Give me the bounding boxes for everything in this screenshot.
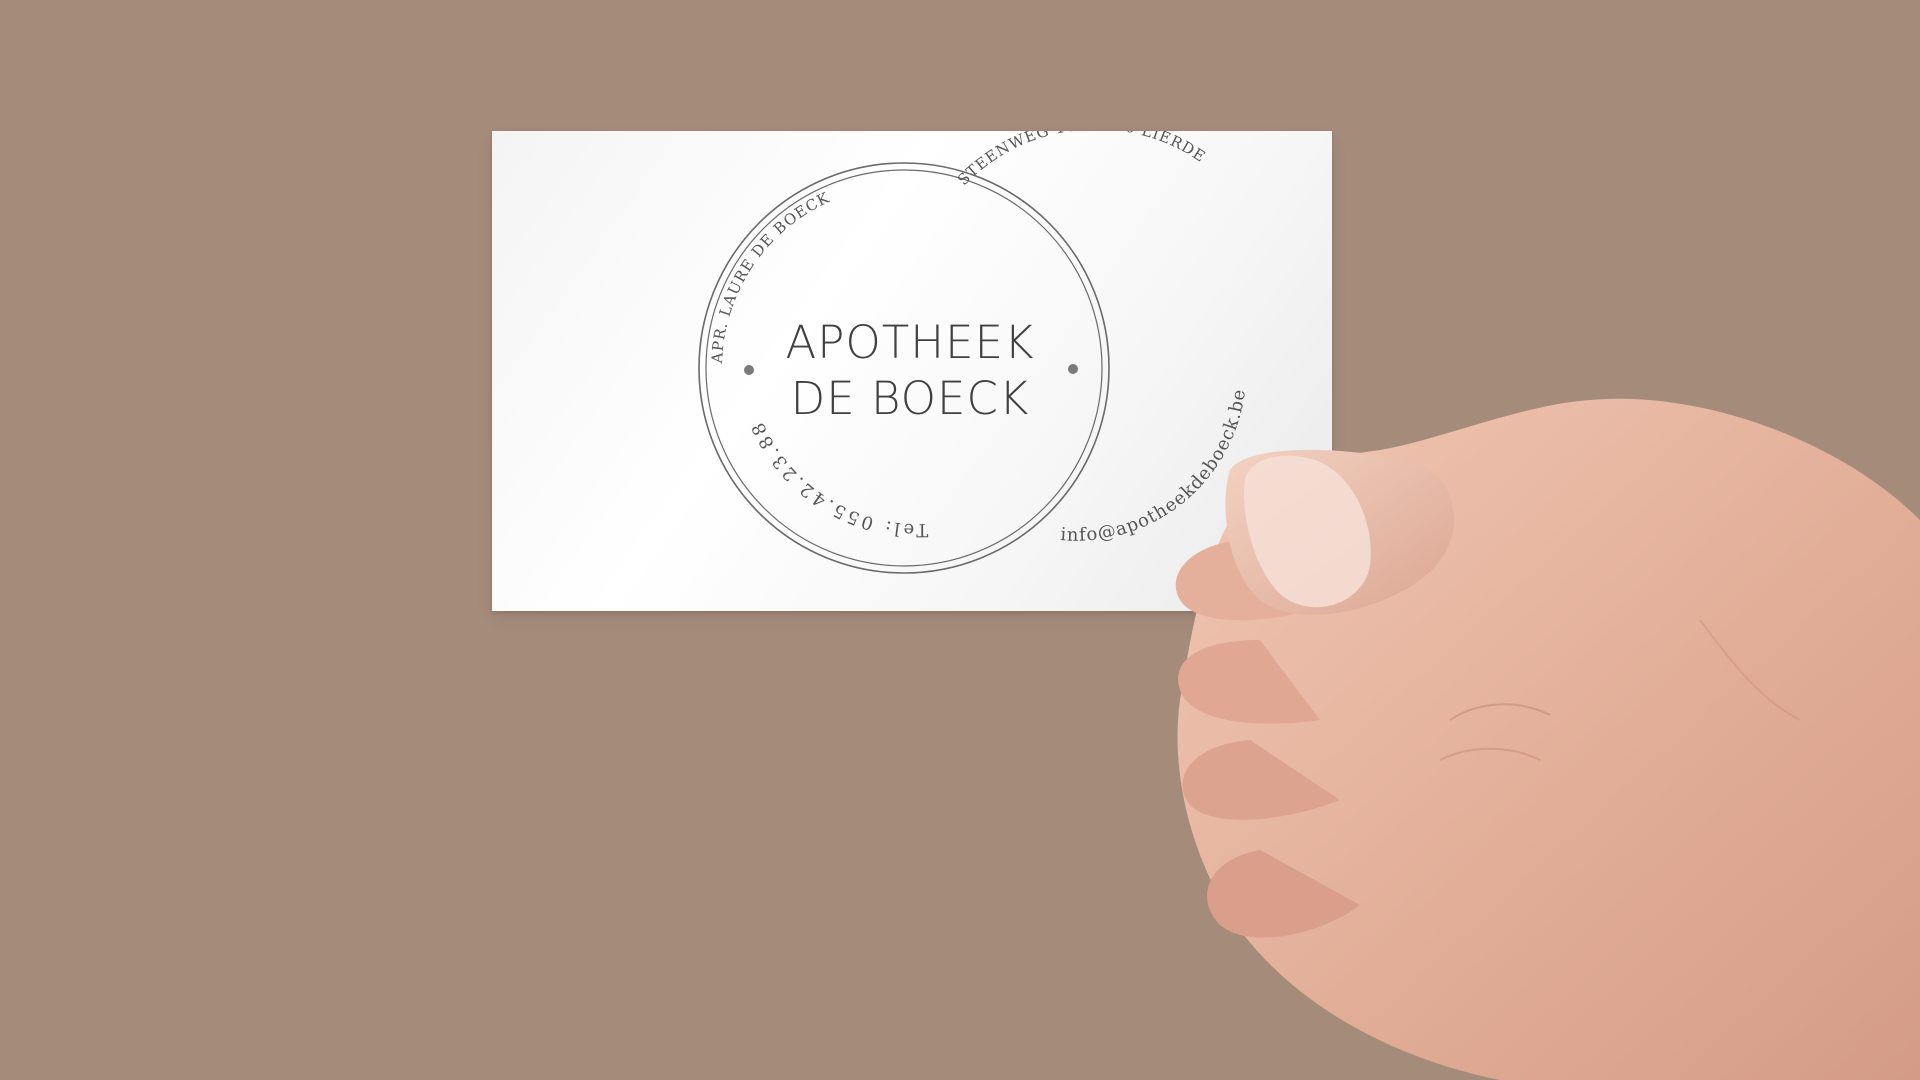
- pharmacy-seal-logo: APR. LAURE DE BOECK STEENWEG 103 9570 LI…: [698, 131, 1251, 574]
- seal-dot-left: [744, 365, 754, 375]
- business-card: APR. LAURE DE BOECK STEENWEG 103 9570 LI…: [492, 131, 1332, 611]
- card-title-line1: APOTHEEK: [785, 316, 1034, 369]
- seal-address-text: STEENWEG 103 9570 LIERDE: [954, 131, 1209, 189]
- seal-phone-text: Tel: 055.42.23.88: [747, 417, 929, 541]
- card-title-line2: DE BOECK: [791, 372, 1030, 425]
- seal-email-text: info@apotheekdeboeck.be: [1060, 387, 1251, 546]
- seal-dot-right: [1068, 364, 1078, 374]
- product-mockup-scene: APR. LAURE DE BOECK STEENWEG 103 9570 LI…: [0, 0, 1920, 1080]
